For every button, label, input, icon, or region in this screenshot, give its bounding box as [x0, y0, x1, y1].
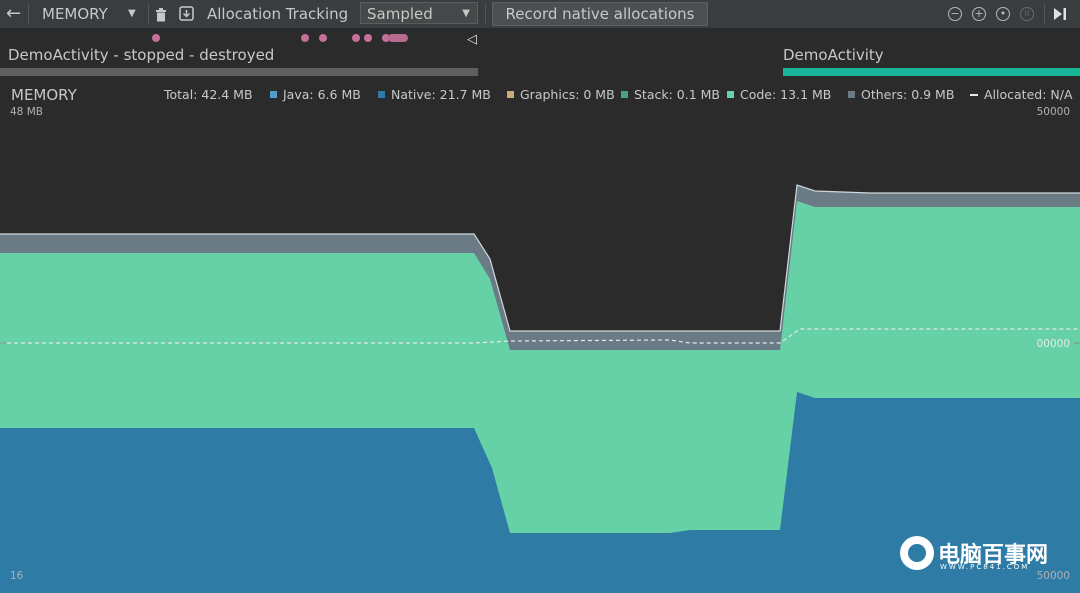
toolbar-separator [148, 4, 149, 24]
legend-graphics: Graphics: 0 MB [507, 87, 615, 102]
legend-native: Native: 21.7 MB [378, 87, 491, 102]
legend-swatch [621, 91, 628, 98]
legend-others: Others: 0.9 MB [848, 87, 954, 102]
legend-allocated-label: Allocated: N/A [984, 87, 1073, 102]
activity-label-live: DemoActivity [783, 46, 884, 64]
legend-swatch [848, 91, 855, 98]
right-axis-bottom-label: 50000 [1037, 570, 1070, 582]
allocation-tracking-value: Sampled [367, 5, 433, 23]
legend-swatch [378, 91, 385, 98]
legend-native-label: Native: 21.7 MB [391, 87, 491, 102]
memory-chart: MEMORY Total: 42.4 MB Java: 6.6 MB Nativ… [0, 81, 1080, 593]
legend-total: Total: 42.4 MB [164, 87, 253, 102]
legend-stack-label: Stack: 0.1 MB [634, 87, 720, 102]
toolbar-separator [28, 4, 29, 24]
pause-icon[interactable]: II [1020, 7, 1034, 21]
watermark-logo-mark [908, 544, 926, 562]
activity-label-destroyed: DemoActivity - stopped - destroyed [8, 46, 274, 64]
record-native-allocations-button[interactable]: Record native allocations [492, 2, 708, 26]
touch-event-marker[interactable] [364, 34, 372, 42]
toolbar-separator [1044, 4, 1045, 24]
chevron-down-icon: ▼ [128, 0, 136, 28]
legend-code-label: Code: 13.1 MB [740, 87, 831, 102]
watermark-logo-icon [900, 536, 934, 570]
go-to-live-icon[interactable] [1053, 0, 1067, 28]
legend-dash [970, 94, 978, 96]
legend-allocated: Allocated: N/A [970, 87, 1073, 102]
touch-event-marker[interactable] [152, 34, 160, 42]
profiler-label: MEMORY [42, 5, 108, 23]
zoom-out-icon[interactable]: − [948, 7, 962, 21]
events-track: ◁ DemoActivity - stopped - destroyed Dem… [0, 28, 1080, 80]
memory-chart-svg[interactable] [0, 81, 1080, 593]
y-axis-top-label: 48 MB [10, 106, 43, 118]
activity-bar-destroyed[interactable] [0, 68, 478, 76]
right-axis-top-label: 50000 [1037, 106, 1070, 118]
y-axis-bottom-label: 16 [10, 570, 23, 582]
chart-title: MEMORY [11, 86, 77, 104]
toolbar-separator [485, 4, 486, 24]
right-axis-mid-label: 00000 [1037, 338, 1070, 350]
zoom-in-icon[interactable]: + [972, 7, 986, 21]
activity-bar-live[interactable] [783, 68, 1080, 76]
touch-event-marker[interactable] [301, 34, 309, 42]
legend-swatch [270, 91, 277, 98]
arrow-left-icon[interactable]: ← [6, 0, 21, 28]
profiler-select[interactable]: MEMORY ▼ [42, 0, 140, 28]
legend-graphics-label: Graphics: 0 MB [520, 87, 615, 102]
touch-event-marker[interactable] [352, 34, 360, 42]
touch-event-cluster[interactable] [388, 34, 408, 42]
legend-swatch [727, 91, 734, 98]
save-heap-dump-icon[interactable] [179, 0, 194, 28]
watermark-url: WWW.PC841.COM [940, 563, 1029, 571]
reset-zoom-icon[interactable]: • [996, 7, 1010, 21]
allocation-tracking-label: Allocation Tracking [207, 0, 348, 28]
allocation-tracking-select[interactable]: Sampled ▼ [360, 2, 478, 24]
legend-java: Java: 6.6 MB [270, 87, 361, 102]
legend-swatch [507, 91, 514, 98]
profiler-toolbar: ← MEMORY ▼ Allocation Tracking Sampled ▼… [0, 0, 1080, 29]
touch-event-marker[interactable] [319, 34, 327, 42]
legend-others-label: Others: 0.9 MB [861, 87, 954, 102]
legend-java-label: Java: 6.6 MB [283, 87, 361, 102]
trash-icon[interactable] [155, 0, 167, 28]
legend-code: Code: 13.1 MB [727, 87, 831, 102]
legend-stack: Stack: 0.1 MB [621, 87, 720, 102]
triangle-left-icon[interactable]: ◁ [467, 32, 477, 47]
chevron-down-icon: ▼ [462, 3, 470, 25]
